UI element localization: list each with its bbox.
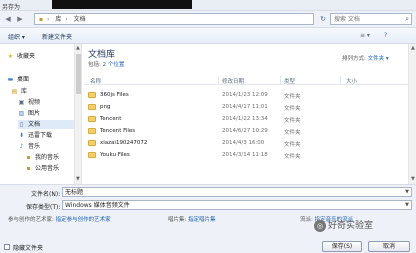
picture-icon: ▨ (18, 110, 25, 117)
sidebar-item-favorites[interactable]: ★ 收藏夹 (7, 52, 35, 61)
folder-icon: ▪ (26, 165, 31, 172)
folder-icon (88, 140, 96, 146)
navigation-pane: ★ 收藏夹 ▬ 桌面 ▤ 库 ▣ 视频 ▨ 图片 ▯ 文档 ⬇ 迅雷下载 ♪ 音乐 ▪ 我的音乐 … (0, 44, 82, 184)
scroll-down-icon[interactable]: ▼ (411, 176, 415, 182)
wechat-icon: ◎ (314, 219, 326, 232)
filename-label: 文件名(N): (31, 191, 61, 198)
column-type[interactable]: 类型 (284, 77, 295, 85)
title-bar-redaction (52, 0, 192, 9)
search-box[interactable]: ⌕ (330, 13, 412, 25)
sidebar-item-desktop[interactable]: ▬ 桌面 (7, 75, 29, 84)
sidebar-item-videos[interactable]: ▣ 视频 (18, 98, 40, 107)
filename-input[interactable]: 无标题 ▼ (62, 187, 412, 197)
watermark: ◎ 好奇实验室 (314, 218, 373, 232)
arrange-by-dropdown[interactable]: 文件夹 ▾ (368, 56, 389, 62)
column-date[interactable]: 修改日期 (222, 77, 244, 85)
savetype-select[interactable]: Windows 媒体音频文件 ▼ (62, 200, 412, 210)
chevron-right-icon: › (47, 16, 50, 23)
breadcrumb-documents[interactable]: 文档 (74, 16, 86, 23)
save-button[interactable]: 保存(S) (322, 241, 362, 252)
scrollbar-thumb[interactable] (76, 54, 81, 94)
artist-field: 参与创作的艺术家: 指定参与创作的艺术家 (8, 217, 111, 223)
cancel-button[interactable]: 取消 (368, 241, 410, 252)
music-icon: ♪ (19, 143, 24, 150)
column-size[interactable]: 大小 (346, 77, 357, 85)
help-icon[interactable]: ? (384, 32, 387, 39)
hide-folders-toggle-icon[interactable] (4, 244, 10, 250)
scroll-up-icon[interactable]: ▲ (76, 45, 80, 51)
library-subtitle: 包括: 2 个位置 (88, 62, 125, 68)
album-field: 唱片集: 指定唱片集 (168, 217, 216, 223)
sidebar-item-public-music[interactable]: ▪ 公用音乐 (25, 164, 59, 173)
column-name[interactable]: 名称 (90, 77, 101, 85)
window-title: 另存为 (2, 4, 21, 11)
back-arrow-icon[interactable]: ◀ (3, 14, 13, 24)
chevron-down-icon[interactable]: ▼ (405, 188, 409, 197)
sidebar-item-my-music[interactable]: ▪ 我的音乐 (25, 153, 59, 162)
refresh-icon[interactable]: ↻ (318, 14, 328, 24)
table-row[interactable]: png 2014/4/17 11:01 文件夹 (84, 102, 409, 112)
file-list-pane: 文档库 包括: 2 个位置 排列方式: 文件夹 ▾ 名称 修改日期 类型 大小 … (84, 44, 416, 184)
desktop-icon: ▬ (7, 76, 14, 83)
search-input[interactable] (334, 14, 404, 24)
folder-icon: ▪ (39, 16, 44, 23)
folder-icon (88, 116, 96, 122)
column-divider[interactable] (280, 76, 281, 84)
savetype-label: 保存类型(T): (26, 204, 61, 211)
hide-folders-label[interactable]: 隐藏文件夹 (13, 243, 43, 252)
artist-link[interactable]: 指定参与创作的艺术家 (56, 217, 111, 223)
sidebar-item-documents[interactable]: ▯ 文档 (18, 120, 74, 129)
document-icon: ▯ (19, 121, 24, 128)
sidebar-item-thunder-downloads[interactable]: ⬇ 迅雷下载 (18, 131, 52, 140)
view-options-icon[interactable]: ≡ ▾ (360, 32, 370, 39)
navigation-scrollbar[interactable]: ▲ ▼ (74, 44, 81, 184)
title-bar: 另存为 (0, 0, 416, 11)
folder-icon: ▪ (26, 154, 31, 161)
folder-icon (88, 92, 96, 98)
arrange-by: 排列方式: 文件夹 ▾ (342, 56, 389, 62)
breadcrumb-library[interactable]: 库 (55, 16, 61, 23)
locations-link[interactable]: 2 个位置 (103, 62, 125, 68)
column-divider[interactable] (218, 76, 219, 84)
folder-icon (88, 104, 96, 110)
column-divider[interactable] (340, 76, 341, 84)
star-icon: ★ (7, 53, 14, 60)
sidebar-item-pictures[interactable]: ▨ 图片 (18, 109, 40, 118)
library-title: 文档库 (88, 50, 116, 60)
table-row[interactable]: 360js Files 2014/1/23 12:09 文件夹 (84, 90, 409, 100)
folder-icon (88, 128, 96, 134)
address-row: ◀ ▶ ▪ › 库 › 文档 ↻ ⌕ (0, 11, 416, 28)
scroll-down-icon[interactable]: ▼ (76, 176, 80, 182)
video-icon: ▣ (18, 99, 25, 106)
organize-button[interactable]: 组织 ▾ (8, 32, 25, 41)
forward-arrow-icon[interactable]: ▶ (15, 14, 25, 24)
column-headers: 名称 修改日期 类型 大小 (84, 75, 409, 85)
sidebar-item-library[interactable]: ▤ 库 (11, 87, 27, 96)
table-row[interactable]: Youku Files 2014/3/14 11:18 文件夹 (84, 150, 409, 160)
address-bar[interactable]: ▪ › 库 › 文档 (34, 13, 314, 25)
folder-icon (88, 152, 96, 158)
library-icon: ▤ (11, 88, 18, 95)
scroll-up-icon[interactable]: ▲ (411, 45, 415, 51)
chevron-right-icon: › (65, 16, 68, 23)
table-row[interactable]: Tencent Files 2014/6/27 10:29 文件夹 (84, 126, 409, 136)
sidebar-item-music[interactable]: ♪ 音乐 (18, 142, 40, 151)
file-list-scrollbar[interactable]: ▲ ▼ (408, 44, 416, 184)
album-link[interactable]: 指定唱片集 (188, 217, 216, 223)
chevron-down-icon[interactable]: ▼ (405, 201, 409, 210)
toolbar: 组织 ▾ 新建文件夹 ≡ ▾ ? (0, 28, 416, 44)
table-row[interactable]: Tencent 2014/1/22 13:34 文件夹 (84, 114, 409, 124)
new-folder-button[interactable]: 新建文件夹 (42, 32, 72, 41)
search-icon: ⌕ (405, 15, 409, 23)
download-icon: ⬇ (18, 132, 25, 139)
table-row[interactable]: xiazai190247072 2014/4/3 16:00 文件夹 (84, 138, 409, 148)
